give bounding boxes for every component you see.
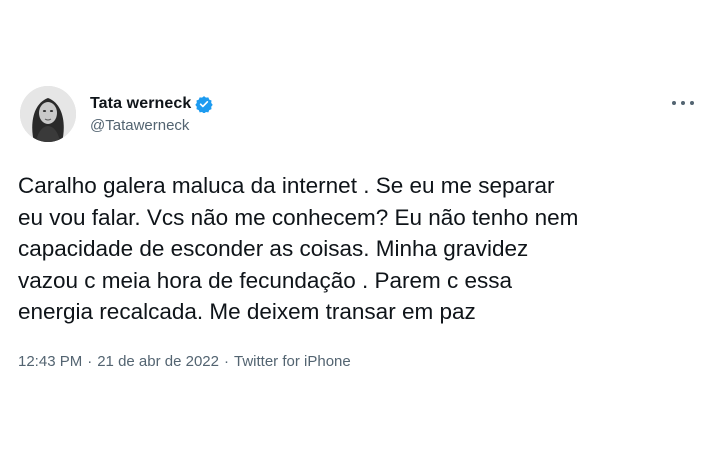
tweet-source[interactable]: Twitter for iPhone: [234, 353, 351, 370]
separator: ·: [224, 353, 229, 370]
user-handle[interactable]: @Tatawerneck: [90, 117, 213, 134]
more-horizontal-icon: [690, 101, 694, 105]
name-row: Tata werneck: [90, 94, 214, 114]
tweet-text: Caralho galera maluca da internet . Se e…: [18, 173, 579, 324]
more-options-button[interactable]: [672, 96, 694, 110]
display-name[interactable]: Tata werneck: [90, 95, 191, 113]
tweet-timestamp-date[interactable]: 21 de abr de 2022: [97, 353, 219, 370]
more-horizontal-icon: [672, 101, 676, 105]
tweet-timestamp-time[interactable]: 12:43 PM: [18, 353, 82, 370]
avatar[interactable]: [20, 86, 76, 142]
separator: ·: [87, 353, 93, 370]
tweet-metadata: 12:43 PM · 21 de abr de 2022 · Twitter f…: [18, 353, 351, 370]
verified-badge-icon: [195, 95, 214, 114]
more-horizontal-icon: [681, 101, 685, 105]
tweet-card: Tata werneck @Tatawerneck Caralho galera…: [0, 0, 702, 474]
tweet-header: Tata werneck @Tatawerneck: [90, 94, 214, 134]
person-avatar-icon: [20, 86, 76, 142]
